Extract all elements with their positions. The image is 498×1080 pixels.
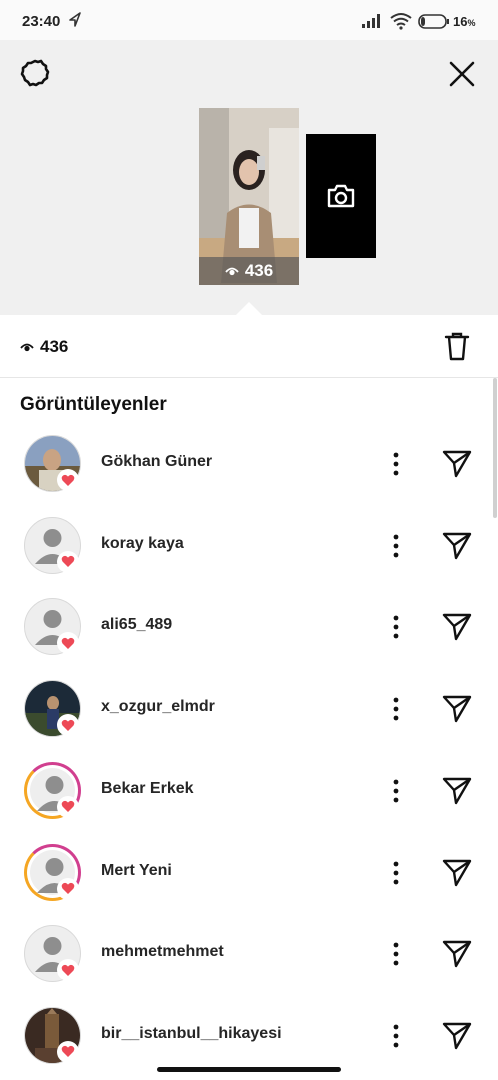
viewer-username[interactable]: bir__istanbul__hikayesi [101,1025,282,1043]
more-options-icon[interactable] [388,451,404,477]
more-options-icon[interactable] [388,778,404,804]
avatar-container[interactable] [24,1006,81,1064]
heart-icon [57,959,79,982]
eye-icon [20,343,34,352]
avatar-container[interactable] [24,843,81,901]
avatar-container[interactable] [24,435,81,492]
battery-icon [418,14,449,29]
more-options-icon[interactable] [388,1023,404,1049]
camera-icon [327,184,355,208]
avatar-container[interactable] [24,598,81,656]
eye-icon [225,267,239,276]
send-message-icon[interactable] [442,694,472,724]
send-message-icon[interactable] [442,1021,472,1051]
trash-icon[interactable] [444,331,470,361]
avatar-container[interactable] [24,761,81,819]
more-options-icon[interactable] [388,533,404,559]
viewer-username[interactable]: Mert Yeni [101,862,172,880]
close-icon[interactable] [448,60,476,88]
viewer-username[interactable]: ali65_489 [101,616,172,634]
view-count: 436 [20,337,68,357]
viewer-row[interactable]: ali65_489 [0,588,498,670]
send-message-icon[interactable] [442,531,472,561]
add-story-camera-button[interactable] [306,134,376,258]
wifi-icon [390,13,412,30]
viewer-row[interactable]: Bekar Erkek [0,752,498,834]
views-summary: 436 [0,315,498,378]
navigation-icon [69,12,81,27]
viewer-row[interactable]: mehmetmehmet [0,915,498,997]
selection-pointer [235,302,263,316]
heart-icon [57,877,79,900]
viewer-row[interactable]: x_ozgur_elmdr [0,670,498,752]
avatar-container[interactable] [24,516,81,574]
send-message-icon[interactable] [442,449,472,479]
story-view-count: 436 [199,257,299,285]
more-options-icon[interactable] [388,860,404,886]
battery-percentage: 16% [453,14,476,29]
viewer-row[interactable]: Gökhan Güner [0,425,498,507]
more-options-icon[interactable] [388,941,404,967]
viewer-username[interactable]: Bekar Erkek [101,780,194,798]
more-options-icon[interactable] [388,614,404,640]
send-message-icon[interactable] [442,776,472,806]
send-message-icon[interactable] [442,858,472,888]
heart-icon [57,1040,79,1063]
avatar-container[interactable] [24,925,81,983]
status-bar: 23:40 16% [0,0,498,40]
heart-icon [57,550,79,573]
send-message-icon[interactable] [442,939,472,969]
viewer-row[interactable]: Mert Yeni [0,834,498,916]
gear-icon[interactable] [20,58,50,88]
signal-icon [362,14,380,28]
heart-icon [57,714,79,737]
story-thumbnail[interactable]: 436 [199,108,299,285]
viewer-username[interactable]: Gökhan Güner [101,453,212,471]
heart-icon [57,795,79,818]
status-time: 23:40 [22,13,61,30]
home-indicator[interactable] [157,1067,341,1072]
viewer-row[interactable]: koray kaya [0,507,498,589]
heart-icon [57,469,79,491]
more-options-icon[interactable] [388,696,404,722]
heart-icon [57,632,79,655]
send-message-icon[interactable] [442,612,472,642]
avatar-container[interactable] [24,680,81,738]
story-header: 436 [0,40,498,316]
viewer-username[interactable]: mehmetmehmet [101,943,224,961]
viewer-username[interactable]: koray kaya [101,535,184,553]
viewer-username[interactable]: x_ozgur_elmdr [101,698,215,716]
viewers-heading: Görüntüleyenler [20,394,167,415]
